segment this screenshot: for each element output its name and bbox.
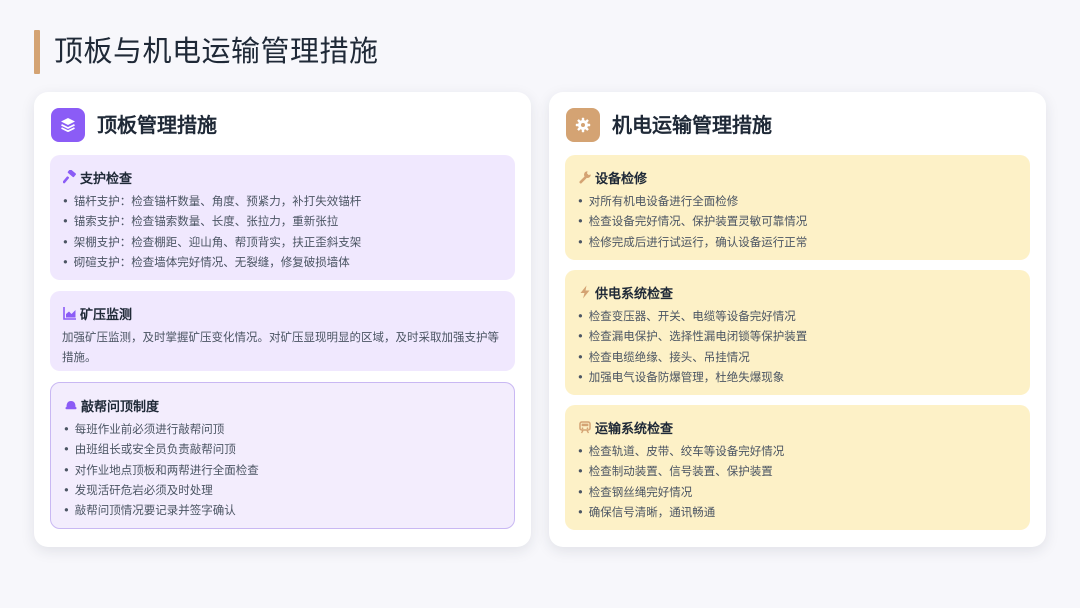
page-title: 顶板与机电运输管理措施 [54,34,379,68]
knock-roof-check-card: 敲帮问顶制度 每班作业前必须进行敲帮问顶 由班组长或安全员负责敲帮问顶 对作业地… [50,382,515,529]
support-inspection-list: 锚杆支护：检查锚杆数量、角度、预紧力，补打失效锚杆 锚索支护：检查锚索数量、长度… [62,191,503,272]
card-title: 矿压监测 [80,307,133,323]
list-item: 检查变压器、开关、电缆等设备完好情况 [577,306,1018,326]
transport-system-check-list: 检查轨道、皮带、绞车等设备完好情况 检查制动装置、信号装置、保护装置 检查钢丝绳… [577,441,1018,522]
hard-hat-icon [63,397,79,413]
panel-header: 顶板管理措施 [51,108,217,142]
list-item: 检查设备完好情况、保护装置灵敏可靠情况 [577,211,1018,231]
list-item: 每班作业前必须进行敲帮问顶 [63,419,502,439]
list-item: 加强电气设备防爆管理，杜绝失爆现象 [577,367,1018,387]
bolt-icon [577,284,593,300]
transport-system-check-card: 运输系统检查 检查轨道、皮带、绞车等设备完好情况 检查制动装置、信号装置、保护装… [565,405,1030,530]
card-title: 运输系统检查 [595,421,674,437]
knock-roof-check-list: 每班作业前必须进行敲帮问顶 由班组长或安全员负责敲帮问顶 对作业地点顶板和两帮进… [63,419,502,520]
card-text: 加强矿压监测，及时掌握矿压变化情况。对矿压显现明显的区域，及时采取加强支护等措施… [62,330,499,364]
list-item: 检查轨道、皮带、绞车等设备完好情况 [577,441,1018,461]
panel-header: 机电运输管理措施 [566,108,772,142]
gear-icon [566,108,600,142]
card-title: 设备检修 [595,171,648,187]
equipment-maintenance-card: 设备检修 对所有机电设备进行全面检修 检查设备完好情况、保护装置灵敏可靠情况 检… [565,155,1030,260]
list-item: 发现活矸危岩必须及时处理 [63,480,502,500]
support-inspection-card: 支护检查 锚杆支护：检查锚杆数量、角度、预紧力，补打失效锚杆 锚索支护：检查锚索… [50,155,515,280]
card-title: 供电系统检查 [595,286,674,302]
card-title: 敲帮问顶制度 [81,399,160,415]
power-supply-check-card: 供电系统检查 检查变压器、开关、电缆等设备完好情况 检查漏电保护、选择性漏电闭锁… [565,270,1030,395]
list-item: 确保信号清晰，通讯畅通 [577,502,1018,522]
train-icon [577,419,593,435]
pressure-monitoring-card: 矿压监测 加强矿压监测，及时掌握矿压变化情况。对矿压显现明显的区域，及时采取加强… [50,291,515,371]
roof-management-panel: 顶板管理措施 支护检查 锚杆支护：检查锚杆数量、角度、预紧力，补打失效锚杆 锚索… [34,92,531,547]
list-item: 由班组长或安全员负责敲帮问顶 [63,439,502,459]
list-item: 对所有机电设备进行全面检修 [577,191,1018,211]
wrench-icon [577,169,593,185]
list-item: 检修完成后进行试运行，确认设备运行正常 [577,232,1018,252]
power-supply-check-list: 检查变压器、开关、电缆等设备完好情况 检查漏电保护、选择性漏电闭锁等保护装置 检… [577,306,1018,387]
list-item: 锚杆支护：检查锚杆数量、角度、预紧力，补打失效锚杆 [62,191,503,211]
card-title: 支护检查 [80,171,133,187]
panel-title: 顶板管理措施 [97,113,217,137]
list-item: 检查钢丝绳完好情况 [577,482,1018,502]
list-item: 检查漏电保护、选择性漏电闭锁等保护装置 [577,326,1018,346]
list-item: 对作业地点顶板和两帮进行全面检查 [63,460,502,480]
area-chart-icon [62,305,78,321]
list-item: 检查电缆绝缘、接头、吊挂情况 [577,347,1018,367]
electromechanical-transport-panel: 机电运输管理措施 设备检修 对所有机电设备进行全面检修 检查设备完好情况、保护装… [549,92,1046,547]
list-item: 锚索支护：检查锚索数量、长度、张拉力，重新张拉 [62,211,503,231]
equipment-maintenance-list: 对所有机电设备进行全面检修 检查设备完好情况、保护装置灵敏可靠情况 检修完成后进… [577,191,1018,252]
list-item: 砌碹支护：检查墙体完好情况、无裂缝，修复破损墙体 [62,252,503,272]
hammer-icon [62,169,78,185]
panel-title: 机电运输管理措施 [612,113,772,137]
layers-icon [51,108,85,142]
list-item: 检查制动装置、信号装置、保护装置 [577,461,1018,481]
title-accent-bar [34,30,40,74]
list-item: 架棚支护：检查棚距、迎山角、帮顶背实，扶正歪斜支架 [62,232,503,252]
list-item: 敲帮问顶情况要记录并签字确认 [63,500,502,520]
